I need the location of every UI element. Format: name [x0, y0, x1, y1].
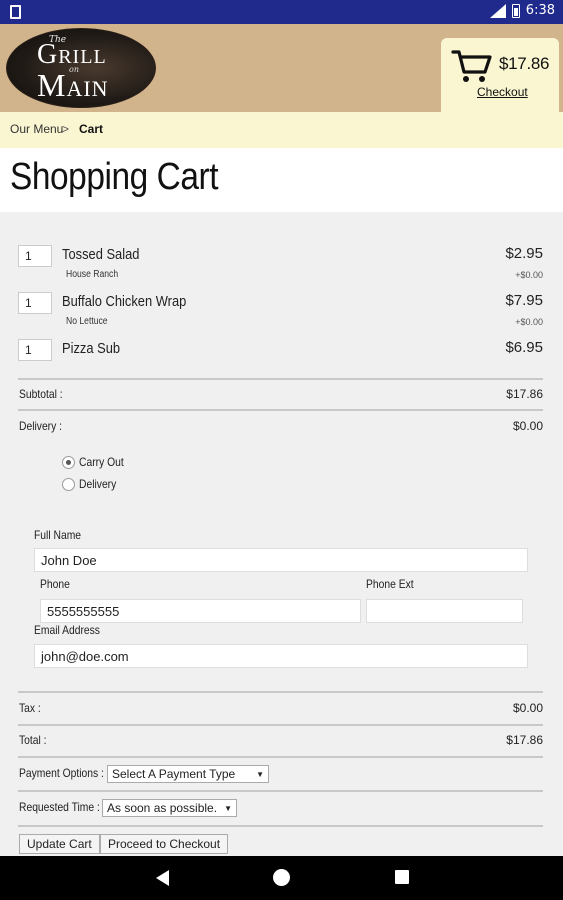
page-title-bar: Shopping Cart — [0, 148, 563, 212]
item-price: $7.95 — [505, 292, 543, 309]
divider — [18, 790, 543, 792]
page-title: Shopping Cart — [10, 156, 219, 198]
divider — [18, 691, 543, 693]
requested-time-select[interactable]: As soon as possible. ▼ — [102, 799, 237, 817]
item-price: $6.95 — [505, 339, 543, 356]
breadcrumb-current: Cart — [79, 122, 104, 136]
item-name: Tossed Salad — [62, 246, 140, 263]
item-price: $2.95 — [505, 245, 543, 262]
dropdown-arrow-icon: ▼ — [224, 803, 232, 813]
tax-label: Tax : — [19, 701, 41, 715]
breadcrumb-our-menu[interactable]: Our Menu — [10, 122, 63, 136]
divider — [18, 409, 543, 411]
subtotal-label: Subtotal : — [19, 387, 63, 401]
requested-time-label: Requested Time : — [19, 800, 100, 814]
item-modifier-price: +$0.00 — [515, 317, 543, 327]
payment-options-label: Payment Options : — [19, 766, 104, 780]
update-cart-button[interactable]: Update Cart — [19, 834, 100, 854]
quantity-input[interactable]: 1 — [18, 245, 52, 267]
home-icon[interactable] — [273, 869, 290, 886]
item-modifier-price: +$0.00 — [515, 270, 543, 280]
email-label: Email Address — [34, 623, 100, 637]
battery-icon — [511, 3, 520, 18]
cart-total: $17.86 — [499, 54, 550, 73]
cart-item: 1 Buffalo Chicken Wrap No Lettuce $7.95 … — [0, 292, 563, 338]
site-header: The Grill on Main $17.86 Checkout — [0, 24, 563, 112]
cart-item: 1 Tossed Salad House Ranch $2.95 +$0.00 — [0, 245, 563, 291]
subtotal-value: $17.86 — [506, 387, 543, 401]
quantity-input[interactable]: 1 — [18, 292, 52, 314]
item-name: Pizza Sub — [62, 340, 121, 357]
full-name-label: Full Name — [34, 528, 82, 542]
signal-icon — [489, 3, 506, 18]
delivery-value: $0.00 — [512, 419, 543, 433]
divider — [18, 756, 543, 758]
phone-ext-label: Phone Ext — [366, 577, 414, 591]
total-value: $17.86 — [506, 733, 543, 747]
logo-text-main: Main — [37, 67, 109, 103]
delivery-option-label: Delivery — [79, 477, 117, 491]
clock: 6:38 — [525, 3, 555, 18]
phone-ext-field[interactable] — [366, 599, 523, 623]
shopping-cart-icon[interactable] — [451, 48, 493, 84]
status-icons: 6:38 — [489, 3, 555, 18]
payment-type-value: Select A Payment Type — [112, 767, 236, 781]
item-modifier: House Ranch — [66, 269, 119, 280]
item-name: Buffalo Chicken Wrap — [62, 293, 187, 310]
tax-value: $0.00 — [512, 701, 543, 715]
mini-cart[interactable]: $17.86 Checkout — [441, 38, 559, 112]
quantity-input[interactable]: 1 — [18, 339, 52, 361]
breadcrumb: Our Menu > Cart — [0, 112, 563, 148]
checkout-link[interactable]: Checkout — [477, 85, 528, 99]
carry-out-label: Carry Out — [79, 455, 124, 469]
requested-time-value: As soon as possible. — [107, 801, 218, 815]
divider — [18, 724, 543, 726]
sim-card-icon — [10, 5, 21, 19]
item-modifier: No Lettuce — [66, 316, 108, 327]
phone-field[interactable]: 5555555555 — [40, 599, 361, 623]
recent-apps-icon[interactable] — [395, 870, 409, 884]
delivery-label: Delivery : — [19, 419, 63, 433]
phone-label: Phone — [40, 577, 70, 591]
restaurant-logo[interactable]: The Grill on Main — [6, 28, 156, 108]
delivery-option[interactable]: Delivery — [62, 477, 122, 491]
proceed-to-checkout-button[interactable]: Proceed to Checkout — [100, 834, 229, 854]
back-icon[interactable] — [156, 870, 169, 886]
divider — [18, 378, 543, 380]
payment-type-select[interactable]: Select A Payment Type ▼ — [107, 765, 269, 783]
dropdown-arrow-icon: ▼ — [256, 769, 264, 779]
total-label: Total : — [19, 733, 47, 747]
full-name-field[interactable]: John Doe — [34, 548, 528, 572]
email-field[interactable]: john@doe.com — [34, 644, 528, 668]
carry-out-radio[interactable] — [62, 455, 75, 469]
system-navigation-bar — [0, 856, 563, 900]
divider — [18, 825, 543, 827]
carry-out-option[interactable]: Carry Out — [62, 455, 131, 469]
status-bar: 6:38 — [0, 0, 563, 24]
breadcrumb-separator: > — [62, 122, 70, 136]
delivery-radio[interactable] — [62, 477, 75, 491]
